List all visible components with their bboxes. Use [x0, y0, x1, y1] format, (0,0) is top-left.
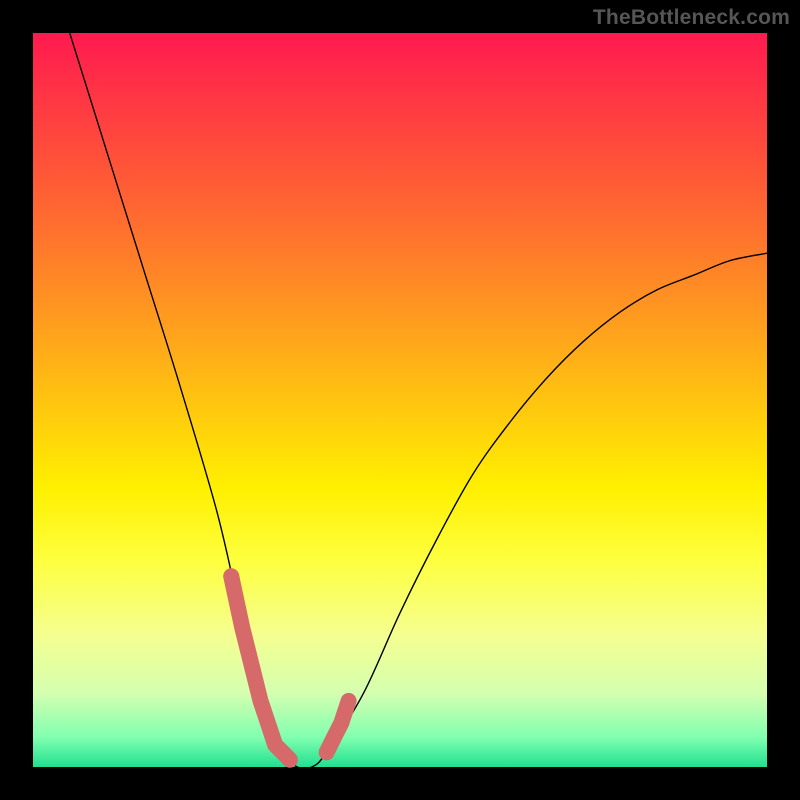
curve-layer	[33, 33, 767, 767]
highlight-right	[327, 701, 349, 752]
plot-area	[33, 33, 767, 767]
highlight-left	[231, 576, 290, 760]
watermark-text: TheBottleneck.com	[593, 6, 790, 30]
chart-frame: TheBottleneck.com	[0, 0, 800, 800]
bottleneck-curve	[70, 33, 767, 769]
